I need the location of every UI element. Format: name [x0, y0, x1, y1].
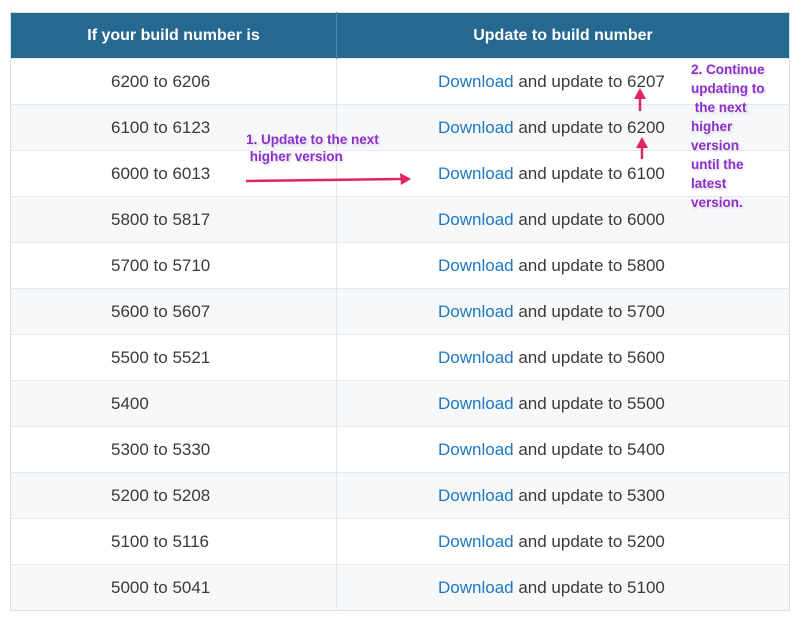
annotation-step-1-line: higher version [246, 149, 343, 164]
annotation-step-2-line: the next [691, 100, 747, 115]
download-link[interactable]: Download [438, 210, 514, 229]
update-target-text: and update to 5200 [513, 531, 665, 551]
table-row: 5000 to 5041 Download and update to 5100 [10, 564, 790, 611]
download-link[interactable]: Download [438, 348, 514, 367]
update-target-text: and update to 5500 [513, 393, 665, 413]
download-link[interactable]: Download [438, 486, 514, 505]
annotation-step-2-line: until the [691, 157, 744, 172]
annotation-step-2-line: latest [691, 176, 727, 191]
table-row: 5100 to 5116 Download and update to 5200 [10, 518, 790, 565]
update-target-text: and update to 5400 [513, 439, 665, 459]
update-target-text: and update to 6207 [513, 71, 665, 91]
current-build-range: 5100 to 5116 [10, 518, 337, 565]
update-target-cell: Download and update to 5600 [336, 334, 790, 381]
update-target-text: and update to 6200 [513, 117, 665, 137]
table-row: 5800 to 5817 Download and update to 6000 [10, 196, 790, 243]
download-link[interactable]: Download [438, 532, 514, 551]
table-row: 5300 to 5330 Download and update to 5400 [10, 426, 790, 473]
update-target-text: and update to 5300 [513, 485, 665, 505]
current-build-range: 5400 [10, 380, 337, 427]
update-target-text: and update to 5600 [513, 347, 665, 367]
annotation-step-2-line: 2. Continue [691, 62, 765, 77]
download-link[interactable]: Download [438, 72, 514, 91]
download-link[interactable]: Download [438, 440, 514, 459]
annotation-step-2: 2. Continue updating to the next higher … [691, 60, 799, 212]
update-target-cell: Download and update to 5800 [336, 242, 790, 289]
table-row: 6200 to 6206 Download and update to 6207 [10, 58, 790, 105]
table-header-row: If your build number is Update to build … [10, 12, 790, 59]
annotation-step-2-line: higher [691, 119, 733, 134]
table-row: 5500 to 5521 Download and update to 5600 [10, 334, 790, 381]
update-target-text: and update to 6100 [513, 163, 665, 183]
update-target-cell: Download and update to 5100 [336, 564, 790, 611]
update-target-cell: Download and update to 5500 [336, 380, 790, 427]
download-link[interactable]: Download [438, 394, 514, 413]
header-update-to: Update to build number [336, 12, 790, 59]
current-build-range: 5000 to 5041 [10, 564, 337, 611]
download-link[interactable]: Download [438, 118, 514, 137]
current-build-range: 5600 to 5607 [10, 288, 337, 335]
annotation-step-1: 1. Update to the next higher version [246, 131, 426, 165]
table-row: 5700 to 5710 Download and update to 5800 [10, 242, 790, 289]
annotation-step-1-line: 1. Update to the next [246, 132, 379, 147]
current-build-range: 5800 to 5817 [10, 196, 337, 243]
table-row: 5400 Download and update to 5500 [10, 380, 790, 427]
current-build-range: 5700 to 5710 [10, 242, 337, 289]
update-target-text: and update to 6000 [513, 209, 665, 229]
update-target-cell: Download and update to 5200 [336, 518, 790, 565]
update-target-text: and update to 5100 [513, 577, 665, 597]
table-row: 5200 to 5208 Download and update to 5300 [10, 472, 790, 519]
download-link[interactable]: Download [438, 302, 514, 321]
annotation-step-2-line: updating to [691, 81, 765, 96]
update-target-text: and update to 5700 [513, 301, 665, 321]
current-build-range: 5500 to 5521 [10, 334, 337, 381]
build-update-table: If your build number is Update to build … [10, 12, 790, 611]
download-link[interactable]: Download [438, 164, 514, 183]
download-link[interactable]: Download [438, 256, 514, 275]
download-link[interactable]: Download [438, 578, 514, 597]
update-target-cell: Download and update to 5700 [336, 288, 790, 335]
annotation-step-2-line: version. [691, 195, 743, 210]
update-target-cell: Download and update to 5300 [336, 472, 790, 519]
annotation-step-2-line: version [691, 138, 740, 153]
header-current-build: If your build number is [10, 12, 337, 59]
update-target-text: and update to 5800 [513, 255, 665, 275]
update-target-cell: Download and update to 5400 [336, 426, 790, 473]
current-build-range: 5300 to 5330 [10, 426, 337, 473]
current-build-range: 5200 to 5208 [10, 472, 337, 519]
current-build-range: 6200 to 6206 [10, 58, 337, 105]
table-row: 5600 to 5607 Download and update to 5700 [10, 288, 790, 335]
